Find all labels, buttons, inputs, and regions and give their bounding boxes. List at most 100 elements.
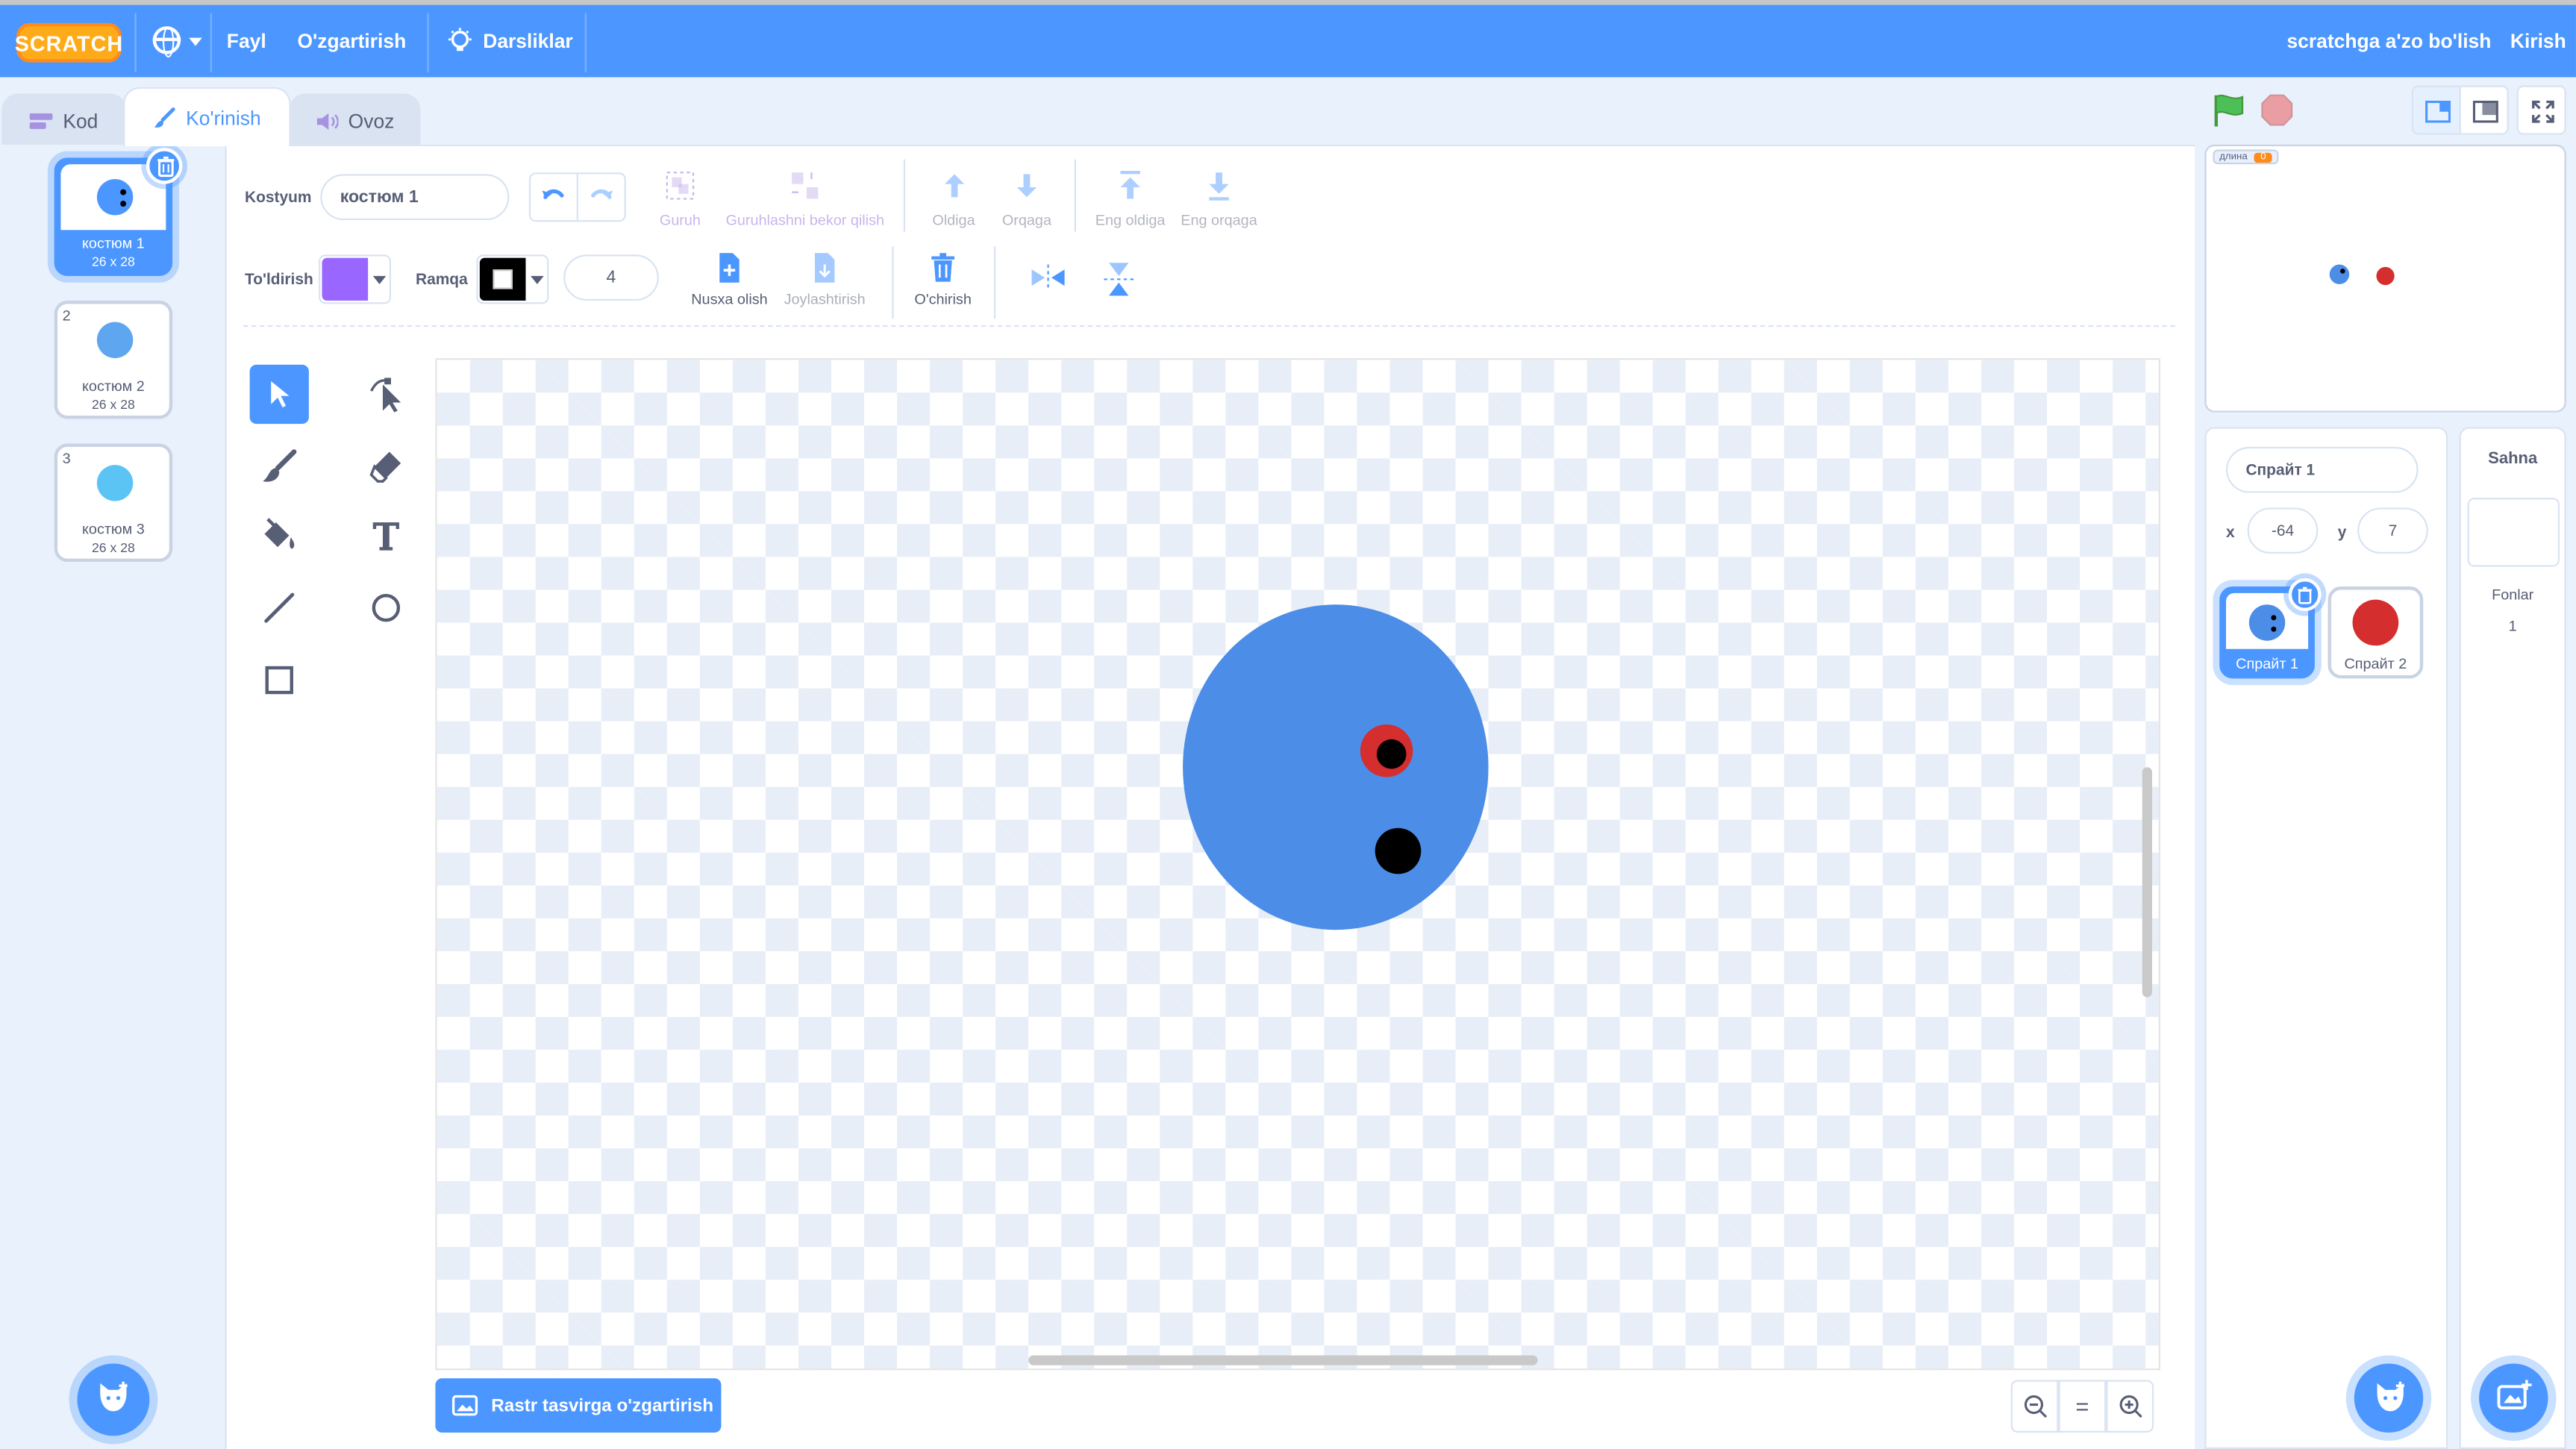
redo-icon[interactable] (588, 186, 614, 209)
front-button[interactable]: Eng oldiga (1091, 169, 1170, 228)
join-scratch-link[interactable]: scratchga a'zo bo'lish (2286, 5, 2491, 78)
delete-costume-button[interactable] (146, 148, 183, 184)
paste-button[interactable]: Joylashtirish (779, 251, 871, 307)
stage-render (2329, 264, 2395, 286)
select-tool[interactable] (249, 364, 309, 425)
back-button[interactable]: Eng orqaga (1176, 169, 1261, 228)
convert-to-bitmap-button[interactable]: Rastr tasvirga o'zgartirish (435, 1378, 722, 1433)
undo-icon[interactable] (540, 186, 566, 209)
sprite-dot-shape[interactable] (1375, 827, 1422, 874)
green-flag-icon[interactable] (2211, 92, 2247, 128)
stop-icon[interactable] (2260, 94, 2293, 127)
choose-backdrop-button[interactable] (2479, 1363, 2548, 1433)
zoom-out-button[interactable] (2010, 1380, 2059, 1433)
back-label: Eng orqaga (1181, 212, 1257, 229)
scratch-logo[interactable]: SCRATCH (15, 22, 122, 63)
chevron-down-icon[interactable] (189, 37, 202, 46)
rectangle-tool[interactable] (250, 651, 309, 710)
menu-tutorials[interactable]: Darsliklar (447, 5, 573, 78)
choose-sprite-button[interactable] (2354, 1363, 2424, 1433)
menu-divider (584, 13, 587, 72)
fill-label: To'ldirish (245, 271, 313, 290)
sign-in-link[interactable]: Kirish (2510, 5, 2566, 78)
sprite-name-input[interactable]: Спрайт 1 (2226, 446, 2419, 493)
y-position-input[interactable]: 7 (2357, 507, 2428, 554)
costume-size: 26 x 28 (92, 254, 135, 270)
front-label: Eng oldiga (1095, 212, 1166, 229)
sprite-pane: Спрайт 1 x -64 y 7 Спрайт 1 Спрайт 2 (2204, 427, 2448, 1449)
stage-preview[interactable]: длина 0 (2204, 144, 2566, 413)
tab-costumes[interactable]: Ko'rinish (123, 87, 291, 146)
text-tool[interactable] (357, 506, 416, 565)
small-stage-button[interactable] (2411, 85, 2461, 135)
paint-canvas[interactable] (435, 357, 2160, 1371)
circle-tool[interactable] (357, 578, 416, 637)
arrow-cursor-icon (271, 381, 290, 408)
sprite-item[interactable]: Спрайт 2 (2328, 586, 2424, 679)
costume-name-label: Kostyum (245, 189, 312, 207)
x-position-input[interactable]: -64 (2247, 507, 2319, 554)
horizontal-scrollbar[interactable] (1028, 1355, 1538, 1365)
backward-button[interactable]: Orqaga (995, 169, 1058, 228)
copy-button[interactable]: Nusxa olish (687, 251, 772, 307)
eraser-tool[interactable] (357, 437, 416, 496)
sprite-pupil-shape[interactable] (1376, 739, 1407, 769)
scratch-editor: SCRATCH Fayl O'zgartirish Darsliklar scr… (0, 0, 2576, 1449)
menu-edit[interactable]: O'zgartirish (297, 5, 406, 78)
arrow-down-icon (1016, 174, 1037, 198)
ungroup-button[interactable]: Guruhlashni bekor qilish (719, 169, 890, 228)
trash-icon (2298, 586, 2312, 604)
toolbar-divider (1074, 159, 1076, 232)
costume-item[interactable]: 3 костюм 3 26 x 28 (54, 443, 173, 563)
trash-icon (931, 253, 955, 282)
fullscreen-button[interactable] (2516, 85, 2566, 135)
brush-tool[interactable] (250, 437, 309, 496)
y-label: y (2337, 524, 2347, 542)
small-stage-icon (2425, 100, 2451, 123)
tab-costumes-label: Ko'rinish (186, 106, 261, 129)
delete-label: O'chirish (914, 290, 972, 307)
costume-size: 26 x 28 (92, 397, 135, 413)
reshape-tool[interactable] (357, 365, 416, 424)
fill-color-picker[interactable] (319, 254, 391, 304)
large-stage-button[interactable] (2459, 85, 2509, 135)
choose-costume-button[interactable] (77, 1363, 150, 1436)
forward-button[interactable]: Oldiga (925, 169, 982, 228)
group-button[interactable]: Guruh (649, 169, 712, 228)
rectangle-icon (265, 666, 293, 695)
group-icon (666, 172, 695, 200)
flip-horizontal-icon[interactable] (1030, 263, 1066, 292)
zoom-reset-button[interactable]: = (2058, 1380, 2107, 1433)
zoom-in-button[interactable] (2106, 1380, 2154, 1433)
vertical-scrollbar[interactable] (2142, 767, 2152, 998)
arrow-to-bottom-icon (1209, 172, 1229, 201)
costume-name: костюм 3 (82, 520, 145, 537)
tab-sounds[interactable]: Ovoz (289, 93, 421, 146)
menu-divider (134, 13, 137, 72)
globe-icon[interactable] (152, 26, 181, 58)
fill-tool[interactable] (250, 506, 309, 565)
costume-name-input[interactable]: костюм 1 (320, 174, 510, 221)
sprite-thumbnail (2334, 593, 2416, 649)
copy-icon (719, 253, 740, 283)
speaker-icon (316, 112, 339, 129)
line-tool[interactable] (250, 578, 309, 637)
zoom-out-icon (2023, 1395, 2046, 1418)
menu-file[interactable]: Fayl (227, 5, 266, 78)
outline-width-input[interactable]: 4 (563, 254, 659, 301)
sprite-name: Спрайт 2 (2344, 655, 2407, 672)
outline-color-picker[interactable] (476, 254, 549, 304)
delete-sprite-button[interactable] (2288, 578, 2322, 612)
tab-sounds-label: Ovoz (348, 109, 395, 133)
sprite-body-shape[interactable] (1183, 604, 1489, 930)
sprite-name: Спрайт 1 (2236, 655, 2298, 672)
tab-code[interactable]: Kod (1, 93, 127, 146)
reshape-cursor-icon (370, 378, 401, 413)
delete-button[interactable]: O'chirish (908, 251, 977, 307)
costume-list: 1 костюм 1 26 x 28 2 костюм 2 26 x 28 3 … (0, 144, 227, 1449)
flip-vertical-icon[interactable] (1102, 261, 1135, 297)
backdrop-add-icon (2497, 1380, 2532, 1409)
stage-selector[interactable]: Sahna Fonlar 1 (2459, 427, 2566, 1449)
paste-label: Joylashtirish (784, 290, 866, 307)
costume-item[interactable]: 2 костюм 2 26 x 28 (54, 300, 173, 419)
